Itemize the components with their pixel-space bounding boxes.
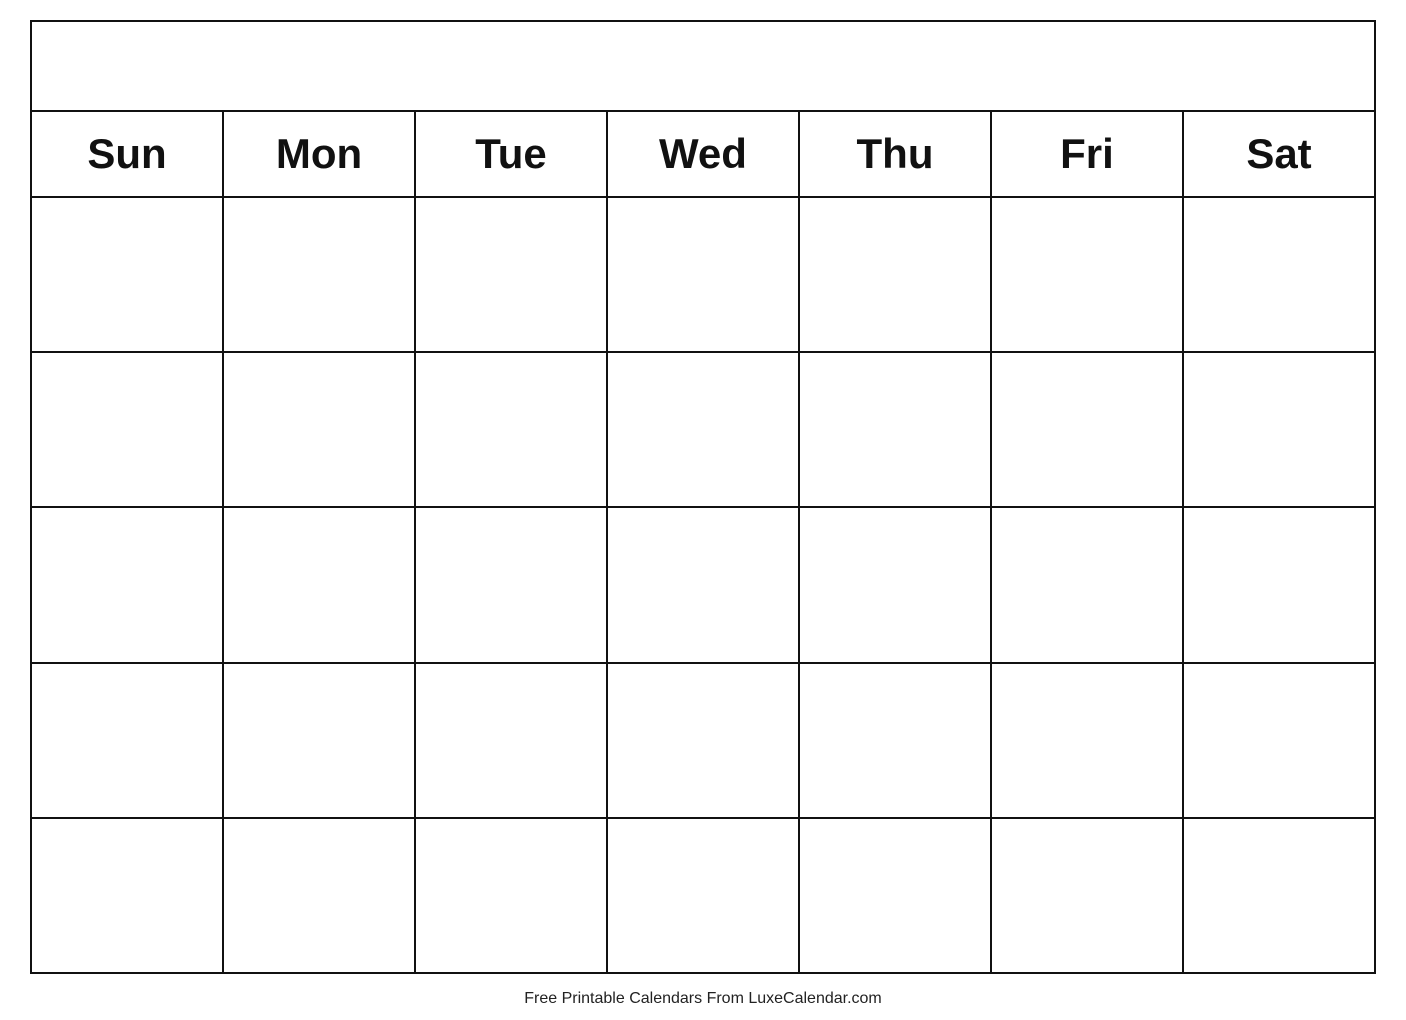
table-row: [607, 663, 799, 818]
table-row: [991, 352, 1183, 507]
table-row: [607, 352, 799, 507]
calendar-body: [31, 197, 1375, 973]
day-header-sun: Sun: [31, 111, 223, 197]
day-header-tue: Tue: [415, 111, 607, 197]
table-row: [31, 352, 223, 507]
table-row: [223, 197, 415, 352]
table-row: [1183, 507, 1375, 662]
table-row: [223, 818, 415, 973]
table-row: [991, 197, 1183, 352]
table-row: [1183, 197, 1375, 352]
table-row: [415, 507, 607, 662]
day-header-fri: Fri: [991, 111, 1183, 197]
table-row: [415, 818, 607, 973]
table-row: [607, 818, 799, 973]
day-header-sat: Sat: [1183, 111, 1375, 197]
table-row: [1183, 663, 1375, 818]
calendar-week-row: [31, 352, 1375, 507]
day-header-wed: Wed: [607, 111, 799, 197]
table-row: [799, 352, 991, 507]
table-row: [607, 507, 799, 662]
table-row: [991, 663, 1183, 818]
table-row: [415, 352, 607, 507]
table-row: [991, 507, 1183, 662]
calendar-week-row: [31, 197, 1375, 352]
page-container: Sun Mon Tue Wed Thu Fri Sat Free Printab…: [0, 0, 1406, 1020]
calendar-week-row: [31, 663, 1375, 818]
calendar-wrapper: Sun Mon Tue Wed Thu Fri Sat: [30, 20, 1376, 974]
table-row: [223, 352, 415, 507]
table-row: [223, 507, 415, 662]
header-row: Sun Mon Tue Wed Thu Fri Sat: [31, 111, 1375, 197]
table-row: [415, 663, 607, 818]
table-row: [799, 663, 991, 818]
calendar-week-row: [31, 818, 1375, 973]
table-row: [1183, 818, 1375, 973]
day-header-mon: Mon: [223, 111, 415, 197]
table-row: [799, 507, 991, 662]
table-row: [31, 197, 223, 352]
table-row: [799, 818, 991, 973]
table-row: [31, 663, 223, 818]
table-row: [31, 818, 223, 973]
table-row: [223, 663, 415, 818]
footer-text: Free Printable Calendars From LuxeCalend…: [524, 984, 882, 1010]
calendar-week-row: [31, 507, 1375, 662]
table-row: [991, 818, 1183, 973]
calendar-title-cell: [31, 21, 1375, 111]
calendar-table: Sun Mon Tue Wed Thu Fri Sat: [30, 20, 1376, 974]
table-row: [607, 197, 799, 352]
table-row: [799, 197, 991, 352]
title-row: [31, 21, 1375, 111]
table-row: [1183, 352, 1375, 507]
day-header-thu: Thu: [799, 111, 991, 197]
table-row: [31, 507, 223, 662]
table-row: [415, 197, 607, 352]
